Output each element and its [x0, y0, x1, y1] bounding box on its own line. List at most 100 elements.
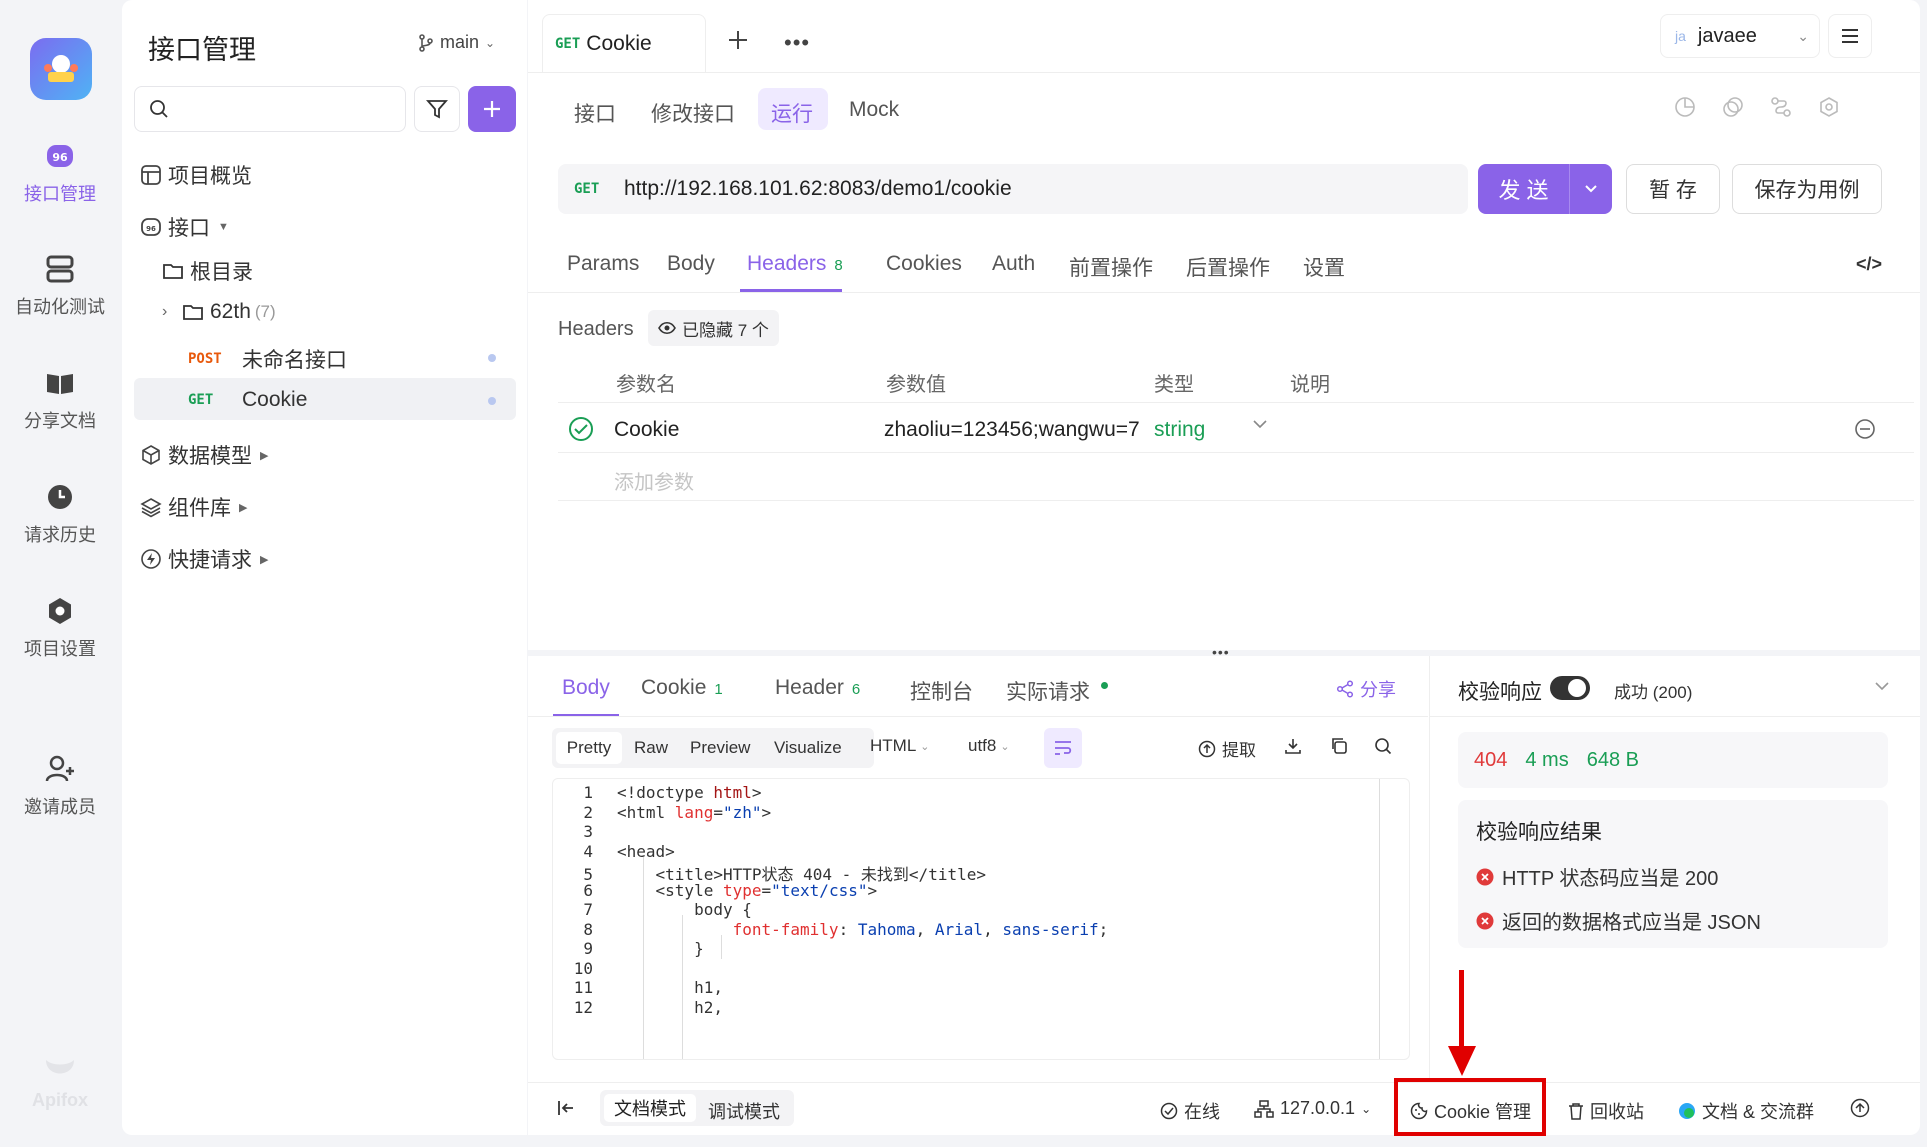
validation-status[interactable]: 成功 (200) [1614, 678, 1692, 703]
view-mode-preview[interactable]: Preview [690, 738, 750, 758]
online-status[interactable]: 在线 [1160, 1098, 1220, 1124]
rail-label: 请求历史 [24, 525, 96, 545]
validation-label: 校验响应 [1458, 681, 1542, 704]
chevron-down-icon[interactable] [1252, 418, 1268, 430]
validation-toggle[interactable] [1550, 676, 1590, 700]
community-button[interactable]: 文档 & 交流群 [1678, 1098, 1814, 1124]
wrap-toggle[interactable] [1044, 728, 1082, 768]
subtab-interface[interactable]: 接口 [574, 98, 616, 128]
environment-selector[interactable]: ja javaee ⌄ [1660, 14, 1820, 58]
header-row-name[interactable]: Cookie [614, 418, 679, 442]
new-tab-button[interactable] [726, 28, 750, 52]
filter-button[interactable] [414, 86, 460, 132]
subtab-mock[interactable]: Mock [849, 98, 899, 122]
request-tab[interactable]: GET Cookie [542, 14, 706, 72]
recycle-bin-button[interactable]: 回收站 [1568, 1098, 1644, 1124]
rail-label: 邀请成员 [24, 797, 96, 817]
share-button[interactable]: 分享 [1336, 676, 1396, 702]
search-icon[interactable] [1374, 737, 1392, 755]
line-text: <!doctype html> [617, 783, 762, 802]
code-icon[interactable]: </> [1856, 254, 1882, 275]
left-rail: 96 接口管理 自动化测试 分享文档 请求历史 项目设置 邀请成员 Apifox [0, 0, 120, 1147]
resp-tab-cookie[interactable]: Cookie 1 [641, 676, 723, 700]
rail-api-management[interactable]: 96 接口管理 [0, 140, 120, 206]
download-icon[interactable] [1284, 737, 1302, 755]
view-mode-visualize[interactable]: Visualize [774, 738, 842, 758]
debug-mode-button[interactable]: 调试模式 [708, 1098, 780, 1124]
save-temp-button[interactable]: 暂 存 [1626, 164, 1720, 214]
url-bar[interactable]: GET http://192.168.101.62:8083/demo1/coo… [558, 164, 1468, 214]
method-badge: GET [188, 392, 214, 408]
tree-item-interfaces[interactable]: 96 接口 ▼ [140, 212, 229, 242]
encoding-select[interactable]: utf8 ⌄ [968, 736, 1010, 756]
add-param-input[interactable]: 添加参数 [614, 466, 694, 495]
collapse-sidebar-icon[interactable] [556, 1098, 576, 1118]
tree-endpoint-post[interactable]: POST 未命名接口 [188, 344, 488, 374]
network-selector[interactable]: 127.0.0.1 ⌄ [1254, 1098, 1371, 1119]
url-input[interactable]: http://192.168.101.62:8083/demo1/cookie [624, 177, 1012, 201]
rail-project-settings[interactable]: 项目设置 [0, 595, 120, 661]
doc-mode-button[interactable]: 文档模式 [604, 1094, 696, 1122]
param-tab-cookies[interactable]: Cookies [886, 252, 962, 276]
rail-automation[interactable]: 自动化测试 [0, 253, 120, 319]
tree-item-quick-request[interactable]: 快捷请求 ▶ [140, 544, 268, 574]
check-circle-icon[interactable] [568, 416, 594, 442]
share-link-icon[interactable] [1770, 96, 1792, 118]
api-icon: 96 [140, 216, 162, 238]
search-input[interactable] [134, 86, 406, 132]
gear-icon[interactable] [1818, 96, 1840, 118]
line-number: 7 [583, 900, 593, 919]
rail-share-docs[interactable]: 分享文档 [0, 367, 120, 433]
header-row-value[interactable]: zhaoliu=123456;wangwu=7 [884, 418, 1148, 442]
rail-history[interactable]: 请求历史 [0, 481, 120, 547]
add-button[interactable] [468, 86, 516, 132]
wrap-lines-icon [1053, 739, 1073, 757]
extract-button[interactable]: 提取 [1198, 736, 1256, 761]
param-tab-pre[interactable]: 前置操作 [1069, 252, 1153, 282]
more-tabs-icon[interactable]: ••• [784, 30, 810, 56]
format-select[interactable]: HTML ⌄ [870, 736, 930, 756]
tree-item-root[interactable]: 根目录 [162, 256, 253, 286]
pie-chart-icon[interactable] [1674, 96, 1696, 118]
param-tab-headers[interactable]: Headers 8 [747, 252, 843, 276]
view-mode-raw[interactable]: Raw [634, 738, 668, 758]
tree-item-overview[interactable]: 项目概览 [140, 160, 252, 190]
subtab-edit[interactable]: 修改接口 [651, 98, 735, 128]
resp-tab-header[interactable]: Header 6 [775, 676, 860, 700]
send-dropdown-button[interactable] [1570, 164, 1612, 214]
view-mode-pretty[interactable]: Pretty [556, 732, 622, 764]
save-as-case-button[interactable]: 保存为用例 [1732, 164, 1882, 214]
resp-tab-console[interactable]: 控制台 [910, 676, 973, 706]
folder-count: (7) [254, 302, 276, 321]
param-tab-body[interactable]: Body [667, 252, 715, 276]
menu-button[interactable] [1828, 14, 1872, 58]
branch-name: main [440, 32, 480, 52]
copy-icon[interactable] [1722, 96, 1744, 118]
param-tab-auth[interactable]: Auth [992, 252, 1035, 276]
drag-handle-icon[interactable]: ••• [1212, 644, 1230, 660]
tree-folder-62th[interactable]: › 62th (7) [162, 300, 276, 324]
param-tab-post[interactable]: 后置操作 [1186, 252, 1270, 282]
param-tab-settings[interactable]: 设置 [1303, 252, 1345, 282]
tree-item-components[interactable]: 组件库 ▶ [140, 492, 247, 522]
remove-row-icon[interactable] [1854, 418, 1876, 440]
copy-icon[interactable] [1330, 737, 1348, 755]
rail-invite[interactable]: 邀请成员 [0, 753, 120, 819]
line-text: h2, [617, 997, 723, 1017]
branch-selector[interactable]: main ⌄ [418, 32, 495, 53]
tree-item-data-models[interactable]: 数据模型 ▶ [140, 440, 268, 470]
scroll-top-icon[interactable] [1850, 1098, 1870, 1118]
resp-tab-body[interactable]: Body [562, 676, 610, 700]
tree-endpoint-get[interactable]: GET Cookie [188, 388, 488, 412]
code-viewer[interactable]: 1 <!doctype html> 2 <html lang="zh"> 3 4 <head… [552, 778, 1410, 1060]
hidden-headers-toggle[interactable]: 已隐藏 7 个 [648, 310, 779, 346]
subtab-run[interactable]: 运行 [771, 98, 813, 128]
header-row-type[interactable]: string [1154, 418, 1205, 442]
resp-tab-actual-request[interactable]: 实际请求 [1006, 676, 1090, 706]
param-tab-params[interactable]: Params [567, 252, 639, 276]
send-button[interactable]: 发 送 [1478, 164, 1570, 214]
app-logo[interactable] [30, 38, 92, 100]
chevron-down-icon: ⌄ [920, 740, 930, 753]
chevron-down-icon[interactable] [1874, 680, 1890, 692]
line-text: font-family: Tahoma, Arial, sans-serif; [732, 919, 1109, 939]
